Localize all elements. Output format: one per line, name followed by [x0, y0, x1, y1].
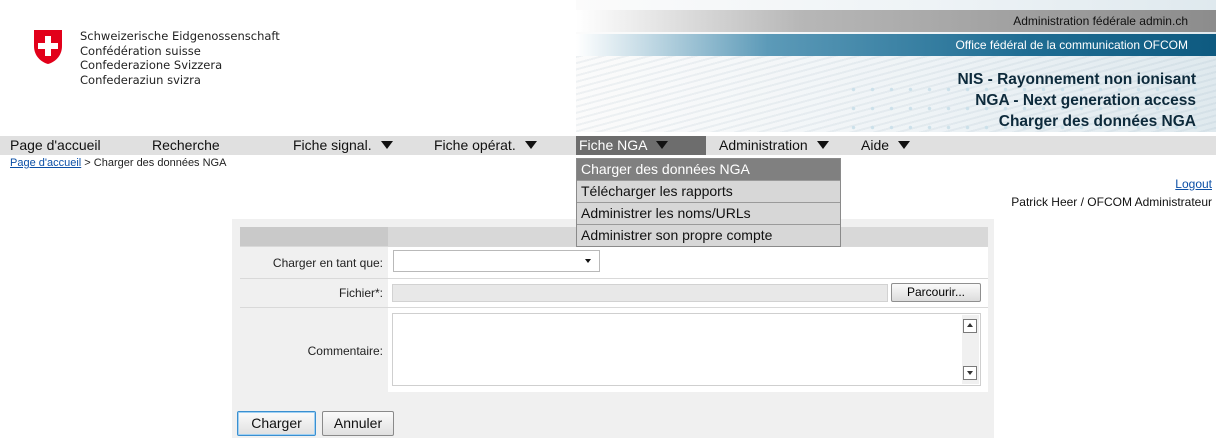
nav-fiche-signal[interactable]: Fiche signal.: [293, 136, 393, 155]
file-path-input[interactable]: [392, 284, 888, 302]
arrow-up-icon: [967, 323, 973, 327]
nav-fiche-operat-label: Fiche opérat.: [434, 137, 516, 153]
caret-down-icon: [816, 141, 829, 149]
nav-fiche-nga[interactable]: Fiche NGA: [576, 136, 706, 155]
office-bar: Office fédéral de la communication OFCOM: [576, 34, 1216, 56]
admin-bar: Administration fédérale admin.ch: [576, 10, 1216, 32]
nav-fiche-signal-label: Fiche signal.: [293, 137, 372, 153]
menu-item-administrer-noms[interactable]: Administrer les noms/URLs: [577, 203, 840, 225]
page-header: Schweizerische Eidgenossenschaft Confédé…: [0, 0, 1216, 132]
office-line: Office fédéral de la communication OFCOM: [955, 38, 1188, 52]
menu-item-administrer-compte[interactable]: Administrer son propre compte: [577, 225, 840, 246]
app-titles: NIS - Rayonnement non ionisant NGA - Nex…: [957, 69, 1196, 132]
breadcrumb-home-link[interactable]: Page d'accueil: [10, 157, 81, 169]
title-nis: NIS - Rayonnement non ionisant: [957, 71, 1196, 88]
title-nga: NGA - Next generation access: [975, 92, 1196, 109]
caret-down-icon: [656, 141, 669, 149]
nav-fiche-nga-label: Fiche NGA: [579, 137, 648, 153]
type-label: Charger en tant que:: [272, 256, 383, 270]
caret-down-icon: [380, 141, 393, 149]
user-info: Patrick Heer / OFCOM Administrateur: [1011, 195, 1212, 209]
file-row: Fichier*: Parcourir...: [240, 278, 988, 307]
title-page: Charger des données NGA: [998, 113, 1196, 130]
comment-textarea[interactable]: [392, 313, 981, 386]
comment-row: Commentaire:: [240, 307, 988, 392]
gov-name-de: Schweizerische Eidgenossenschaft: [80, 29, 280, 43]
nga-dropdown-menu: Charger des données NGA Télécharger les …: [576, 158, 841, 247]
gov-name-it: Confederazione Svizzera: [80, 58, 223, 72]
file-label: Fichier*:: [338, 286, 383, 300]
scroll-up-button[interactable]: [963, 319, 977, 333]
browse-button[interactable]: Parcourir...: [891, 283, 981, 302]
breadcrumb: Page d'accueil > Charger des données NGA: [10, 157, 226, 169]
main-nav: Page d'accueil Recherche Fiche signal. F…: [0, 136, 1216, 155]
gov-name-rm: Confederaziun svizra: [80, 72, 201, 87]
submit-button[interactable]: Charger: [237, 411, 316, 436]
comment-label: Commentaire:: [307, 344, 383, 358]
comment-scrollbar[interactable]: [962, 315, 979, 384]
menu-item-charger-donnees[interactable]: Charger des données NGA: [577, 159, 840, 181]
nav-home-label: Page d'accueil: [10, 137, 101, 153]
nav-aide[interactable]: Aide: [861, 136, 911, 155]
federal-names: Schweizerische Eidgenossenschaft Confédé…: [80, 29, 280, 87]
breadcrumb-current: Charger des données NGA: [93, 157, 227, 169]
caret-down-icon: [898, 141, 911, 149]
swiss-coat-of-arms-icon: [34, 30, 62, 64]
type-select[interactable]: [393, 250, 600, 272]
nav-fiche-operat[interactable]: Fiche opérat.: [434, 136, 537, 155]
arrow-down-icon: [967, 371, 973, 375]
cancel-button[interactable]: Annuler: [322, 411, 394, 436]
type-row: Charger en tant que:: [240, 246, 988, 278]
scroll-down-button[interactable]: [963, 366, 977, 380]
logout-link[interactable]: Logout: [1175, 177, 1212, 191]
caret-down-icon: [524, 141, 537, 149]
nav-search-label: Recherche: [152, 137, 220, 153]
admin-line: Administration fédérale admin.ch: [1013, 14, 1188, 28]
nav-administration-label: Administration: [719, 137, 808, 153]
nav-search[interactable]: Recherche: [152, 136, 220, 155]
nav-home[interactable]: Page d'accueil: [10, 136, 101, 155]
dropdown-arrow-icon: [585, 259, 591, 263]
nav-administration[interactable]: Administration: [719, 136, 829, 155]
upload-form: Charger en tant que: Fichier*: Parcourir…: [240, 227, 988, 392]
nav-aide-label: Aide: [861, 137, 890, 153]
menu-item-telecharger-rapports[interactable]: Télécharger les rapports: [577, 181, 840, 203]
breadcrumb-separator: >: [81, 157, 94, 169]
gov-name-fr: Confédération suisse: [80, 43, 201, 58]
header-banner: Administration fédérale admin.ch Office …: [576, 0, 1216, 132]
